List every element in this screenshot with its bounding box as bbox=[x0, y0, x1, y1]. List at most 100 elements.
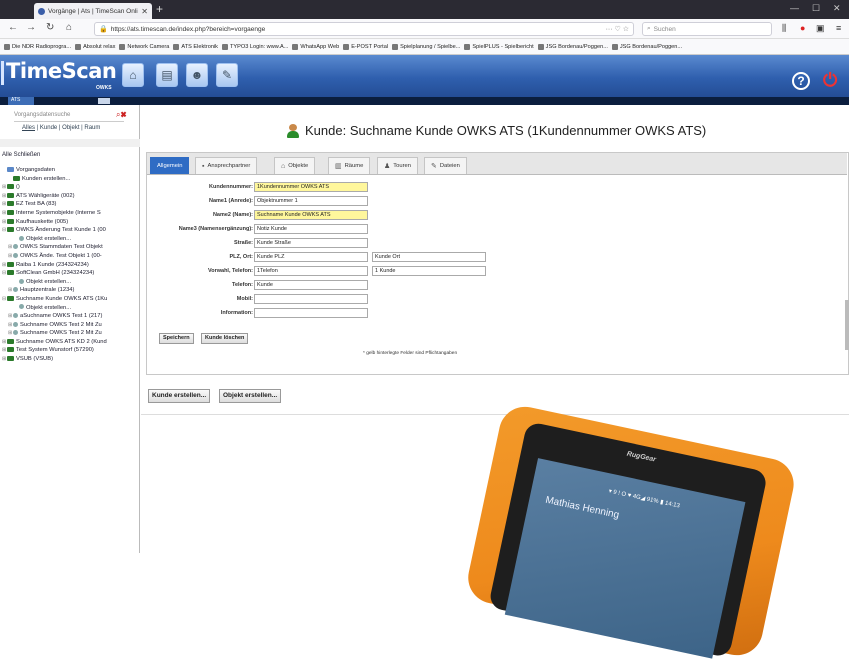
tab-raeume[interactable]: ▥ Räume bbox=[328, 157, 371, 174]
tree-item[interactable]: ⊞ Test System Wunstorf (57290) bbox=[2, 346, 140, 355]
scrollbar[interactable] bbox=[845, 300, 849, 350]
name1-field[interactable]: Objektnummer 1 bbox=[254, 196, 368, 206]
tree-item[interactable]: ⊞ Hauptzentrale (1234) bbox=[2, 286, 140, 295]
url-actions[interactable]: ··· ♡ ☆ bbox=[606, 25, 633, 33]
tab-objekte[interactable]: ⌂ Objekte bbox=[274, 157, 316, 174]
tree-item-label: OWKS Ände. Test Objekt 1 (00- bbox=[20, 252, 102, 259]
tree-item[interactable]: Kunden erstellen... bbox=[2, 175, 140, 184]
tab-dateien[interactable]: ✎ Dateien bbox=[424, 157, 467, 174]
documents-nav-button[interactable]: ▤ bbox=[156, 63, 178, 87]
file-icon: ✎ bbox=[431, 163, 437, 170]
kundennummer-field[interactable]: 1Kundennummer OWKS ATS bbox=[254, 182, 368, 192]
help-icon[interactable]: ? bbox=[792, 72, 810, 90]
customer-icon bbox=[7, 227, 14, 233]
object-icon bbox=[13, 252, 18, 258]
tree-item[interactable]: ⊞ Suchname OWKS Test 2 Mit Zu bbox=[2, 321, 140, 330]
collapse-all-link[interactable]: Alle Schließen bbox=[2, 152, 40, 158]
tree-item[interactable]: ⊞ OWKS Stammdaten Test Objekt bbox=[2, 243, 140, 252]
tree-item-label: Suchname Kunde OWKS ATS (1Ku bbox=[16, 295, 108, 302]
bookmark-item[interactable]: TYPO3 Login: www.A... bbox=[221, 43, 288, 50]
home-icon[interactable]: ⌂ bbox=[66, 22, 72, 33]
name2-field[interactable]: Suchname Kunde OWKS ATS bbox=[254, 210, 368, 220]
search-clear-icon[interactable]: ⌕✖ bbox=[116, 110, 127, 120]
tree-item[interactable]: Objekt erstellen... bbox=[2, 304, 140, 313]
groups-nav-button[interactable]: ☻ bbox=[186, 63, 208, 87]
vorgang-search-input[interactable]: Vorgangsdatensuche bbox=[14, 112, 124, 122]
bookmark-item[interactable]: WhatsApp Web bbox=[292, 43, 339, 50]
bookmark-item[interactable]: JSG Bordenau/Poggen... bbox=[537, 43, 608, 50]
sidebar-icon[interactable]: ▣ bbox=[816, 23, 825, 34]
bookmark-item[interactable]: Die NDR Radioprogra... bbox=[4, 43, 71, 50]
delete-customer-button[interactable]: Kunde löschen bbox=[201, 333, 249, 344]
tab-ansprechpartner[interactable]: ▪ Ansprechpartner bbox=[195, 157, 258, 174]
name3-field[interactable]: Notiz Kunde bbox=[254, 224, 368, 234]
reload-icon[interactable]: ↻ bbox=[46, 22, 54, 33]
maximize-icon[interactable]: ☐ bbox=[812, 3, 820, 14]
bookmark-label: ATS Elektronik bbox=[181, 43, 218, 50]
tree-item[interactable]: ⊞() bbox=[2, 183, 140, 192]
information-field[interactable] bbox=[254, 308, 368, 318]
bookmark-item[interactable]: Network Camera bbox=[119, 43, 169, 50]
tree-item[interactable]: ⊟ OWKS Änderung Test Kunde 1 (00 bbox=[2, 226, 140, 235]
create-customer-button[interactable]: Kunde erstellen... bbox=[148, 389, 211, 403]
home-nav-button[interactable]: ⌂ bbox=[122, 63, 144, 87]
bookmark-item[interactable]: E-POST Portal bbox=[343, 43, 388, 50]
create-object-button[interactable]: Objekt erstellen... bbox=[219, 389, 282, 403]
panel-toggle[interactable] bbox=[98, 98, 110, 104]
ort-field[interactable]: Kunde Ort bbox=[372, 252, 486, 262]
tree-item[interactable]: ⊞ Raiba 1 Kunde (234324234) bbox=[2, 261, 140, 270]
back-icon[interactable]: ← bbox=[8, 22, 18, 33]
bookmark-item[interactable]: ATS Elektronik bbox=[173, 43, 218, 50]
library-icon[interactable]: ⫼ bbox=[782, 23, 786, 34]
tree-item-label: SoftClean GmbH (234324234) bbox=[16, 270, 95, 277]
tree-item[interactable]: ⊞ ATS Wähligeräte (002) bbox=[2, 192, 140, 201]
tree-item[interactable]: ⊟ SoftClean GmbH (234324234) bbox=[2, 269, 140, 278]
strasse-field[interactable]: Kunde Straße bbox=[254, 238, 368, 248]
tree-item[interactable]: ⊞ Interne Systemobjekte (Interne S bbox=[2, 209, 140, 218]
telefon-nummer-field[interactable]: 1 Kunde bbox=[372, 266, 486, 276]
bookmark-item[interactable]: Spielplanung / Spielbe... bbox=[392, 43, 461, 50]
tree-item-label: Suchname OWKS ATS KD 2 (Kund bbox=[16, 338, 107, 345]
mobil-field[interactable] bbox=[254, 294, 368, 304]
tree-item[interactable]: ⊞ Suchname OWKS Test 2 Mit Zu bbox=[2, 329, 140, 338]
url-bar[interactable]: 🔒 https://ats.timescan.de/index.php?bere… bbox=[94, 22, 634, 36]
browser-tab[interactable]: Vorgänge | Ats | TimeScan Onli ✕ bbox=[34, 3, 152, 19]
telefon-field[interactable]: Kunde bbox=[254, 280, 368, 290]
bookmark-item[interactable]: SpielPLUS - Spielbericht bbox=[464, 43, 534, 50]
filter-all[interactable]: Alles bbox=[22, 125, 35, 131]
new-tab-icon[interactable]: + bbox=[156, 2, 163, 16]
app-logo: TimeScan bbox=[6, 59, 117, 83]
tree-item[interactable]: ⊞ aSuchname OWKS Test 1 (217) bbox=[2, 312, 140, 321]
close-window-icon[interactable]: ✕ bbox=[833, 3, 841, 14]
tree-item[interactable]: ⊞ Suchname OWKS ATS KD 2 (Kund bbox=[2, 338, 140, 347]
object-icon bbox=[13, 330, 18, 336]
tree-item[interactable]: Objekt erstellen... bbox=[2, 278, 140, 287]
tools-nav-button[interactable]: ✎ bbox=[216, 63, 238, 87]
plz-field[interactable]: Kunde PLZ bbox=[254, 252, 368, 262]
search-icon: ⌕ bbox=[647, 25, 651, 32]
tree-item[interactable]: ⊟ Suchname Kunde OWKS ATS (1Ku bbox=[2, 295, 140, 304]
search-input[interactable]: ⌕ Suchen bbox=[642, 22, 772, 36]
tree-item[interactable]: ⊞ EZ Test BA (83) bbox=[2, 200, 140, 209]
close-tab-icon[interactable]: ✕ bbox=[141, 7, 148, 16]
save-button[interactable]: Speichern bbox=[159, 333, 194, 344]
power-icon[interactable]: ⏻ bbox=[823, 70, 837, 91]
bookmark-item[interactable]: JSG Bordenau/Poggen... bbox=[611, 43, 682, 50]
tree-item[interactable]: Vorgangsdaten bbox=[2, 166, 140, 175]
favicon-icon bbox=[38, 7, 45, 15]
minimize-icon[interactable]: — bbox=[790, 3, 799, 13]
tree-item[interactable]: Objekt erstellen... bbox=[2, 235, 140, 244]
bookmark-label: Spielplanung / Spielbe... bbox=[400, 43, 461, 50]
addon-icon[interactable]: ● bbox=[800, 23, 805, 33]
tree-item[interactable]: ⊞ VSUB (VSUB) bbox=[2, 355, 140, 364]
vorwahl-field[interactable]: 1Telefon bbox=[254, 266, 368, 276]
tab-allgemein[interactable]: Allgemein bbox=[150, 157, 190, 174]
tree-item[interactable]: ⊞ OWKS Ände. Test Objekt 1 (00- bbox=[2, 252, 140, 261]
menu-icon[interactable]: ≡ bbox=[836, 23, 841, 33]
user-tag[interactable]: ATS bbox=[8, 97, 34, 105]
tree-item[interactable]: ⊞ Kaufhauskette (005) bbox=[2, 218, 140, 227]
bookmark-item[interactable]: Absolut relax bbox=[75, 43, 115, 50]
tab-touren[interactable]: ♟ Touren bbox=[377, 157, 419, 174]
filter-options[interactable]: | Kunde | Objekt | Raum bbox=[35, 125, 101, 131]
forward-icon[interactable]: → bbox=[26, 22, 36, 33]
